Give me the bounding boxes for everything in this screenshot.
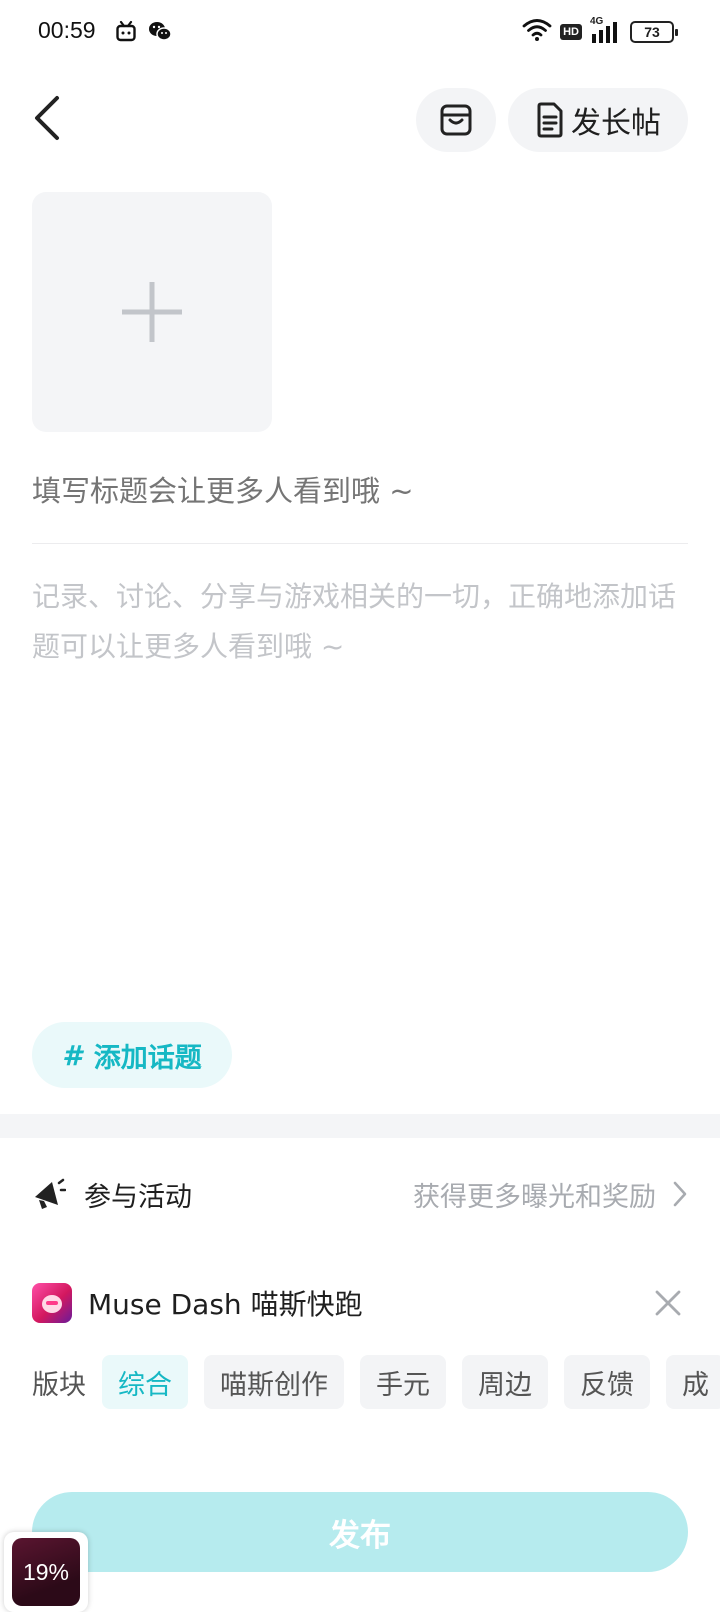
title-input[interactable] bbox=[32, 474, 688, 508]
add-topic-button[interactable]: # 添加话题 bbox=[32, 1022, 232, 1088]
section-chip-general[interactable]: 综合 bbox=[102, 1355, 188, 1409]
publish-button[interactable]: 发布 bbox=[32, 1492, 688, 1572]
activity-hint: 获得更多曝光和奖励 bbox=[413, 1181, 656, 1213]
section-chip-list: 综合 喵斯创作 手元 周边 反馈 成 bbox=[102, 1355, 720, 1409]
long-post-label: 发长帖 bbox=[571, 106, 661, 141]
remove-game-button[interactable] bbox=[648, 1283, 688, 1323]
section-chip-handcam[interactable]: 手元 bbox=[360, 1355, 446, 1409]
activity-label: 参与活动 bbox=[84, 1181, 192, 1213]
bilibili-tv-icon bbox=[116, 20, 136, 46]
status-time: 00:59 bbox=[38, 17, 96, 43]
game-name: Muse Dash 喵斯快跑 bbox=[88, 1288, 363, 1321]
megaphone-icon bbox=[35, 1178, 66, 1209]
hd-badge: HD bbox=[560, 24, 582, 40]
chevron-right-icon bbox=[673, 1181, 687, 1207]
document-icon bbox=[537, 102, 563, 138]
status-bar: 00:59 HD 4G 73 bbox=[0, 0, 720, 64]
floating-progress-widget[interactable]: 19% bbox=[4, 1532, 88, 1612]
section-selector: 版块 综合 喵斯创作 手元 周边 反馈 成 bbox=[32, 1354, 720, 1410]
section-divider bbox=[0, 1114, 720, 1138]
close-icon bbox=[655, 1290, 681, 1316]
body-input[interactable]: 记录、讨论、分享与游戏相关的一切，正确地添加话题可以让更多人看到哦 ~ bbox=[32, 572, 688, 672]
battery-indicator: 73 bbox=[630, 21, 678, 43]
wifi-icon bbox=[522, 18, 552, 46]
section-chip-merch[interactable]: 周边 bbox=[462, 1355, 548, 1409]
signal-icon: 4G bbox=[590, 16, 622, 44]
section-chip-creation[interactable]: 喵斯创作 bbox=[204, 1355, 344, 1409]
back-button[interactable] bbox=[22, 90, 72, 146]
floating-progress-value: 19% bbox=[12, 1538, 80, 1606]
join-activity-row[interactable]: 参与活动 获得更多曝光和奖励 bbox=[32, 1162, 688, 1226]
chevron-left-icon bbox=[35, 96, 59, 140]
game-icon bbox=[32, 1283, 72, 1323]
add-topic-label: 添加话题 bbox=[93, 1042, 202, 1074]
drafts-button[interactable] bbox=[416, 88, 496, 152]
long-post-button[interactable]: 发长帖 bbox=[508, 88, 688, 152]
hashtag-icon: # bbox=[62, 1038, 82, 1072]
wechat-icon bbox=[148, 20, 172, 46]
status-indicators: HD 4G 73 bbox=[522, 16, 678, 46]
title-divider bbox=[32, 543, 688, 544]
plus-icon bbox=[122, 282, 182, 342]
section-label: 版块 bbox=[32, 1369, 86, 1401]
selected-game-row: Muse Dash 喵斯快跑 bbox=[32, 1278, 688, 1328]
add-image-button[interactable] bbox=[32, 192, 272, 432]
inbox-icon bbox=[440, 104, 472, 136]
section-chip-more[interactable]: 成 bbox=[666, 1355, 720, 1409]
section-chip-feedback[interactable]: 反馈 bbox=[564, 1355, 650, 1409]
